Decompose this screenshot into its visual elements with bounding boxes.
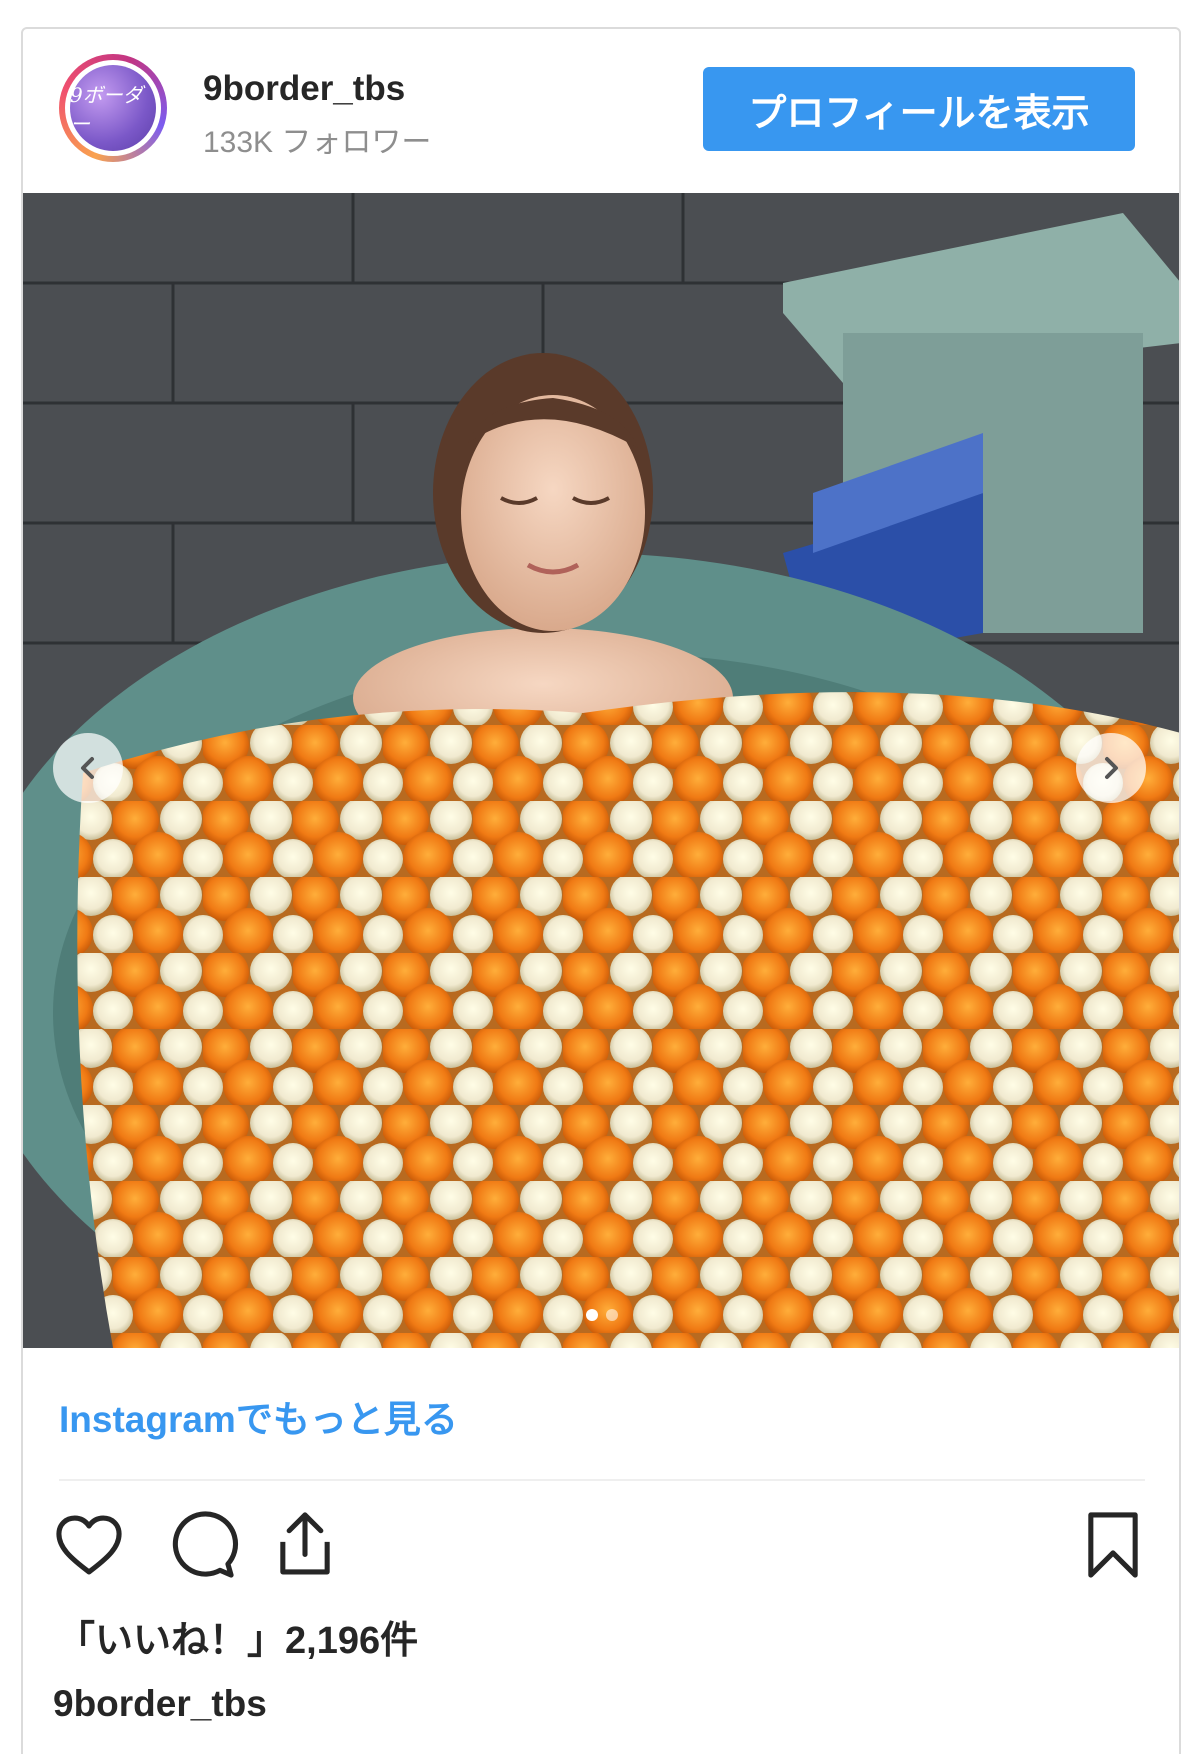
instagram-embed-card: 9ボーダー 9border_tbs 133K フォロワー プロフィールを表示 I… xyxy=(21,27,1181,1754)
carousel-prev-button[interactable] xyxy=(53,733,123,803)
follower-count: 133K フォロワー xyxy=(203,126,432,159)
carousel-dot xyxy=(606,1309,618,1321)
avatar[interactable]: 9ボーダー xyxy=(59,54,167,162)
save-button[interactable] xyxy=(1075,1507,1151,1588)
post-photo-image xyxy=(23,193,1179,1348)
action-bar xyxy=(23,1507,1179,1597)
carousel-next-button[interactable] xyxy=(1076,733,1146,803)
like-count: 「いいね！」2,196件 xyxy=(57,1620,419,1662)
comment-button[interactable] xyxy=(163,1507,239,1588)
carousel-dot-active xyxy=(586,1309,598,1321)
view-more-on-instagram-link[interactable]: Instagramでもっと見る xyxy=(59,1389,458,1443)
post-header: 9ボーダー 9border_tbs 133K フォロワー プロフィールを表示 xyxy=(23,29,1179,193)
comment-icon xyxy=(172,1511,239,1578)
heart-icon xyxy=(56,1515,122,1575)
share-icon xyxy=(280,1512,330,1575)
profile-username[interactable]: 9border_tbs xyxy=(203,69,405,109)
bookmark-icon xyxy=(1088,1512,1138,1578)
carousel-indicator xyxy=(23,1309,1179,1321)
chevron-left-icon xyxy=(81,757,94,779)
view-profile-button[interactable]: プロフィールを表示 xyxy=(703,67,1135,151)
chevron-right-icon xyxy=(1105,757,1118,779)
share-button[interactable] xyxy=(267,1507,343,1588)
avatar-logo: 9ボーダー xyxy=(70,65,156,151)
divider xyxy=(59,1479,1145,1481)
post-photo[interactable] xyxy=(23,193,1179,1348)
caption-username[interactable]: 9border_tbs xyxy=(53,1683,267,1725)
like-button[interactable] xyxy=(51,1507,127,1588)
